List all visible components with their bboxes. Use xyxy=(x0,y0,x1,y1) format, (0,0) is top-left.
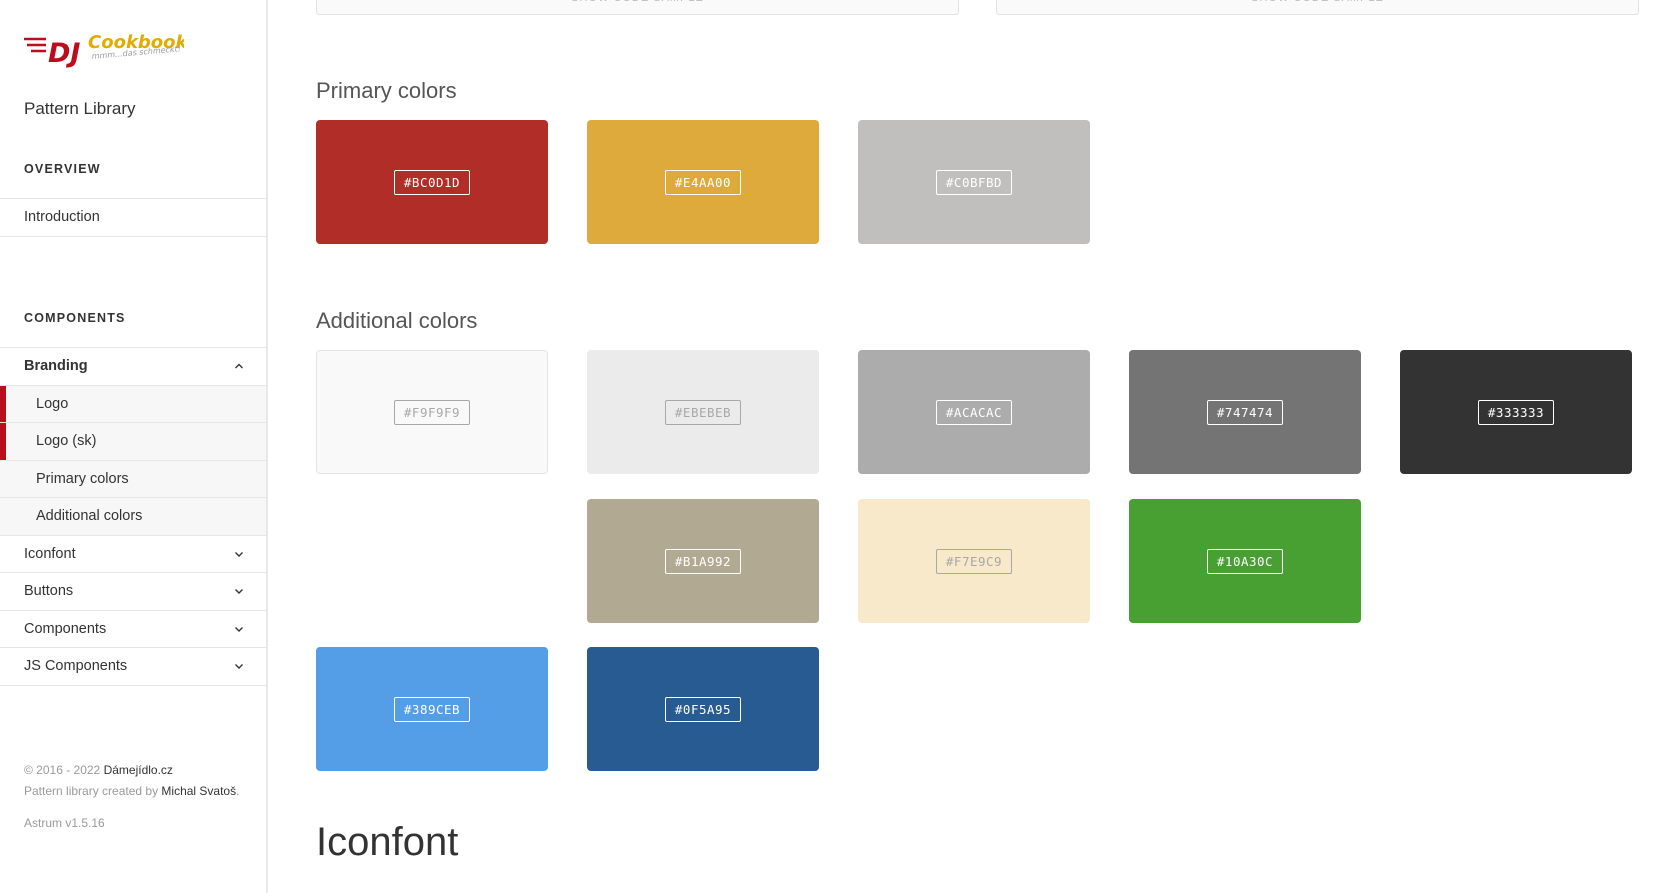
color-code: #0F5A95 xyxy=(664,696,742,722)
color-code: #B1A992 xyxy=(664,548,742,574)
chevron-down-icon xyxy=(234,661,244,671)
sidebar-subitem-primary-colors[interactable]: Primary colors xyxy=(0,460,266,498)
color-swatch: #C0BFBD xyxy=(858,120,1090,244)
color-swatch: #F7E9C9 xyxy=(858,499,1090,623)
color-swatch: #747474 xyxy=(1129,350,1361,474)
color-code: #ACACAC xyxy=(935,399,1013,425)
version-text: Astrum v1.5.16 xyxy=(24,816,105,830)
sidebar-item-label: Primary colors xyxy=(36,470,129,487)
color-swatch: #10A30C xyxy=(1129,499,1361,623)
sidebar-item-label: Iconfont xyxy=(24,545,76,562)
components-nav: Branding Logo Logo (sk) Primary colors A… xyxy=(0,347,266,686)
sidebar-item-iconfont[interactable]: Iconfont xyxy=(0,536,266,573)
sidebar-item-label: Logo xyxy=(36,395,69,412)
sidebar-subitem-logo-sk[interactable]: Logo (sk) xyxy=(0,423,266,461)
brand-logo[interactable]: DJ Cookbook mmm...das schmeckt! xyxy=(24,28,184,68)
color-code: #F7E9C9 xyxy=(935,548,1013,574)
copyright-line: © 2016 - 2022 Dámejídlo.cz xyxy=(24,760,239,781)
chevron-up-icon xyxy=(234,361,244,371)
library-title: Pattern Library xyxy=(24,99,136,118)
sidebar-item-label: Branding xyxy=(24,358,88,375)
components-heading: COMPONENTS xyxy=(24,311,126,325)
sidebar-subitem-additional-colors[interactable]: Additional colors xyxy=(0,498,266,536)
copyright-text: © 2016 - 2022 xyxy=(24,763,101,777)
color-code: #333333 xyxy=(1477,399,1555,425)
iconfont-section-title: Iconfont xyxy=(316,820,459,864)
svg-text:DJ: DJ xyxy=(48,38,80,68)
sidebar-subitem-logo[interactable]: Logo xyxy=(0,385,266,423)
sidebar-item-branding[interactable]: Branding xyxy=(0,348,266,386)
sidebar-item-label: Additional colors xyxy=(36,508,143,525)
sidebar-item-label: JS Components xyxy=(24,658,128,675)
color-code: #C0BFBD xyxy=(935,169,1013,195)
sidebar-item-components[interactable]: Components xyxy=(0,611,266,648)
sidebar-item-label: Introduction xyxy=(24,209,100,226)
color-code: #747474 xyxy=(1206,399,1284,425)
additional-colors-title: Additional colors xyxy=(316,308,478,333)
overview-heading: OVERVIEW xyxy=(24,162,101,176)
color-code: #EBEBEB xyxy=(664,399,742,425)
credits-text: Pattern library created by xyxy=(24,784,159,798)
color-code: #389CEB xyxy=(393,696,471,722)
color-code: #BC0D1D xyxy=(393,169,471,195)
show-code-sample-button[interactable]: SHOW CODE SAMPLE xyxy=(996,0,1639,15)
color-swatch: #389CEB xyxy=(316,647,548,771)
chevron-down-icon xyxy=(234,624,244,634)
color-swatch: #EBEBEB xyxy=(587,350,819,474)
sidebar-item-buttons[interactable]: Buttons xyxy=(0,573,266,611)
chevron-down-icon xyxy=(234,586,244,596)
site-link[interactable]: Dámejídlo.cz xyxy=(104,763,173,777)
author-link[interactable]: Michal Svatoš xyxy=(161,784,236,798)
color-swatch: #ACACAC xyxy=(858,350,1090,474)
color-code: #E4AA00 xyxy=(664,169,742,195)
chevron-down-icon xyxy=(234,549,244,559)
sidebar-item-label: Logo (sk) xyxy=(36,433,97,450)
sidebar-item-introduction[interactable]: Introduction xyxy=(0,199,266,237)
color-swatch: #B1A992 xyxy=(587,499,819,623)
color-swatch: #F9F9F9 xyxy=(316,350,548,474)
color-swatch: #0F5A95 xyxy=(587,647,819,771)
show-code-sample-button[interactable]: SHOW CODE SAMPLE xyxy=(316,0,959,15)
main-content: SHOW CODE SAMPLE SHOW CODE SAMPLE Primar… xyxy=(270,0,1680,893)
color-swatch: #333333 xyxy=(1400,350,1632,474)
sidebar-item-label: Components xyxy=(24,620,107,637)
cookbook-logo-icon: DJ Cookbook mmm...das schmeckt! xyxy=(24,32,184,68)
primary-colors-title: Primary colors xyxy=(316,78,457,103)
credits-line: Pattern library created by Michal Svatoš… xyxy=(24,781,239,802)
color-swatch: #BC0D1D xyxy=(316,120,548,244)
overview-nav: Introduction xyxy=(0,198,266,237)
sidebar-item-js-components[interactable]: JS Components xyxy=(0,648,266,686)
color-code: #10A30C xyxy=(1206,548,1284,574)
color-swatch: #E4AA00 xyxy=(587,120,819,244)
credits-suffix: . xyxy=(236,784,240,798)
sidebar-footer: © 2016 - 2022 Dámejídlo.cz Pattern libra… xyxy=(24,760,239,834)
sidebar: DJ Cookbook mmm...das schmeckt! Pattern … xyxy=(0,0,268,893)
color-code: #F9F9F9 xyxy=(393,399,471,425)
sidebar-item-label: Buttons xyxy=(24,583,74,600)
